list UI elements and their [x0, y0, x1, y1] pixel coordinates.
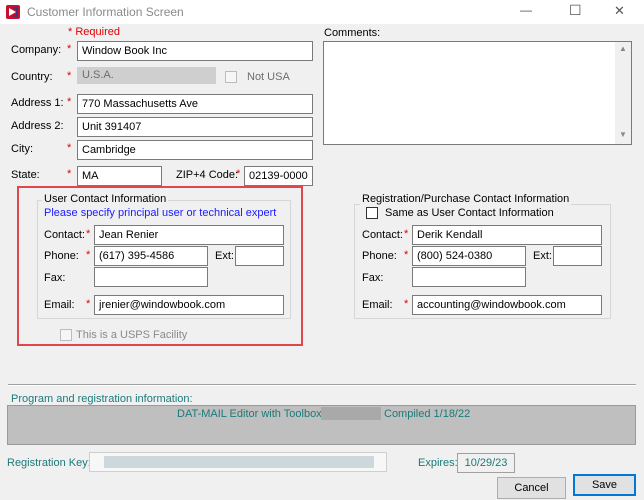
reg-contact-title: Registration/Purchase Contact Informatio… — [360, 193, 572, 205]
city-required-marker: * — [67, 142, 72, 154]
usps-facility-checkbox[interactable] — [60, 329, 72, 341]
not-usa-label: Not USA — [247, 71, 290, 83]
city-input[interactable]: Cambridge — [77, 140, 313, 160]
country-label: Country: — [11, 71, 53, 83]
user-ext-input[interactable] — [235, 246, 284, 266]
zip-label: ZIP+4 Code: — [176, 169, 239, 181]
user-contact-note: Please specify principal user or technic… — [44, 207, 277, 219]
company-label: Company: — [11, 44, 62, 56]
address1-required-marker: * — [67, 96, 72, 108]
address1-label: Address 1: — [11, 97, 64, 109]
address1-input[interactable]: 770 Massachusetts Ave — [77, 94, 313, 114]
zip-input[interactable]: 02139-0000 — [244, 166, 313, 186]
country-input[interactable]: U.S.A. — [77, 67, 216, 84]
reg-ext-label: Ext: — [533, 250, 552, 262]
user-contact-input[interactable]: Jean Renier — [94, 225, 284, 245]
user-email-label: Email: — [44, 299, 75, 311]
scroll-up-icon[interactable]: ▲ — [619, 44, 627, 53]
reg-ext-input[interactable] — [553, 246, 602, 266]
reg-phone-input[interactable]: (800) 524-0380 — [412, 246, 526, 266]
reg-fax-label: Fax: — [362, 272, 384, 284]
state-required-marker: * — [67, 168, 72, 180]
country-required-marker: * — [67, 70, 72, 82]
minimize-button[interactable]: — — [520, 3, 532, 17]
maximize-button[interactable]: ☐ — [569, 2, 582, 19]
user-phone-label: Phone: — [44, 250, 79, 262]
user-phone-required-marker: * — [86, 249, 91, 261]
compiled-date: Compiled 1/18/22 — [384, 408, 471, 420]
reg-contact-required-marker: * — [404, 228, 409, 240]
user-ext-label: Ext: — [215, 250, 234, 262]
user-contact-required-marker: * — [86, 228, 91, 240]
comments-label: Comments: — [324, 27, 381, 39]
expires-field: 10/29/23 — [457, 453, 515, 473]
zip-required-marker: * — [236, 168, 241, 180]
comments-scrollbar[interactable]: ▲ ▼ — [615, 42, 631, 144]
program-info-label: Program and registration information: — [11, 393, 193, 405]
state-label: State: — [11, 169, 40, 181]
user-phone-input[interactable]: (617) 395-4586 — [94, 246, 208, 266]
close-button[interactable]: ✕ — [614, 3, 625, 19]
reg-phone-label: Phone: — [362, 250, 397, 262]
product-name: DAT-MAIL Editor with Toolbox — [177, 408, 322, 420]
user-email-required-marker: * — [86, 298, 91, 310]
user-email-input[interactable]: jrenier@windowbook.com — [94, 295, 284, 315]
user-contact-label: Contact: — [44, 229, 85, 241]
user-contact-title: User Contact Information — [42, 193, 169, 205]
user-fax-input[interactable] — [94, 267, 208, 287]
reg-email-required-marker: * — [404, 298, 409, 310]
reg-contact-label: Contact: — [362, 229, 403, 241]
not-usa-checkbox[interactable] — [225, 71, 237, 83]
redacted-key — [104, 456, 374, 468]
same-as-user-checkbox[interactable] — [366, 207, 378, 219]
company-input[interactable]: Window Book Inc — [77, 41, 313, 61]
same-as-user-label: Same as User Contact Information — [385, 207, 554, 219]
address2-input[interactable]: Unit 391407 — [77, 117, 313, 137]
reg-email-label: Email: — [362, 299, 393, 311]
comments-textarea[interactable]: ▲ ▼ — [323, 41, 632, 145]
registration-key-label: Registration Key: — [7, 457, 91, 469]
cancel-button[interactable]: Cancel — [497, 477, 566, 499]
expires-label: Expires: — [418, 457, 458, 469]
state-input[interactable]: MA — [77, 166, 162, 186]
reg-email-input[interactable]: accounting@windowbook.com — [412, 295, 602, 315]
save-button[interactable]: Save — [573, 474, 636, 496]
city-label: City: — [11, 143, 33, 155]
title-bar: Customer Information Screen — ☐ ✕ — [0, 0, 644, 24]
reg-fax-input[interactable] — [412, 267, 526, 287]
app-logo-icon — [6, 5, 20, 19]
reg-contact-input[interactable]: Derik Kendall — [412, 225, 602, 245]
address2-label: Address 2: — [11, 120, 64, 132]
separator — [8, 384, 636, 386]
user-fax-label: Fax: — [44, 272, 66, 284]
registration-key-input[interactable] — [89, 452, 387, 472]
redacted-version — [321, 407, 381, 420]
company-required-marker: * — [67, 43, 72, 55]
scroll-down-icon[interactable]: ▼ — [619, 130, 627, 139]
reg-phone-required-marker: * — [404, 249, 409, 261]
window-title: Customer Information Screen — [27, 5, 184, 19]
required-note: * Required — [68, 26, 120, 38]
usps-facility-label: This is a USPS Facility — [76, 329, 188, 341]
